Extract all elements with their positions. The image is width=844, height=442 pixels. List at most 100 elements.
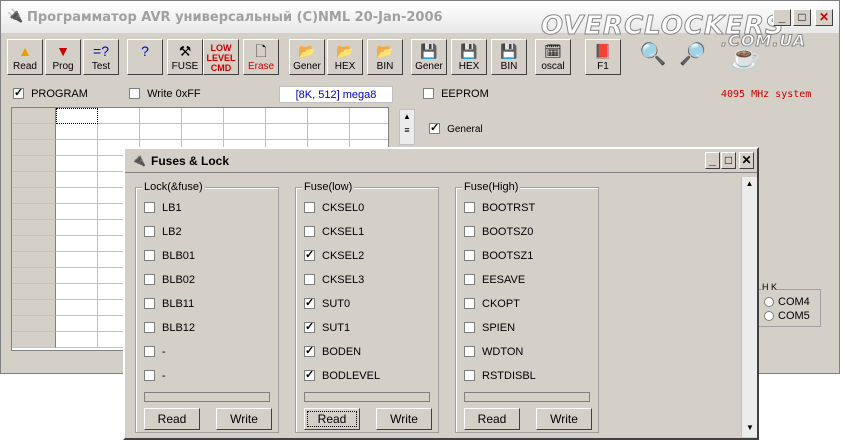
fuse-option[interactable]: CKSEL2 [304,248,424,264]
fuse-checkbox[interactable] [304,344,315,357]
grid-cell[interactable] [56,204,98,220]
fuse-read-button[interactable]: Read [304,408,360,430]
fuse-checkbox[interactable] [144,298,155,309]
fuse-option[interactable]: WDTON [464,346,584,360]
grid-cell[interactable] [56,284,98,300]
close-button[interactable]: ✕ [815,9,833,26]
fuse-checkbox[interactable] [144,202,155,213]
fuse-option[interactable]: RSTDISBL [464,370,584,384]
fuse-checkbox[interactable] [464,226,475,237]
fuse-checkbox[interactable] [144,250,155,261]
fuse-checkbox[interactable] [304,226,315,237]
grid-cell[interactable] [56,252,98,268]
toolbar-button-3[interactable]: ? [127,39,163,75]
toolbar-button-12[interactable]: 💾 BIN [491,39,527,75]
toolbar-button-2[interactable]: =? Test [83,39,119,75]
fuse-checkbox[interactable] [144,226,155,237]
port-com4[interactable]: COM4 [764,296,810,308]
fuse-option[interactable]: CKOPT [464,298,584,312]
grid-cell[interactable] [56,236,98,252]
fuse-checkbox[interactable] [304,274,315,285]
fuses-minimize-button[interactable]: _ [705,152,720,169]
grid-cell[interactable] [56,124,98,140]
grid-cell[interactable] [56,268,98,284]
grid-cell[interactable] [56,300,98,316]
eeprom-option[interactable]: EEPROM [423,88,489,102]
fuse-option[interactable]: BODEN [304,344,424,360]
grid-cell[interactable] [140,108,182,124]
fuse-option[interactable]: BOOTSZ0 [464,226,584,240]
grid-cell[interactable] [350,124,388,140]
fuse-checkbox[interactable] [464,322,475,333]
toolbar-button-1[interactable]: ▼ Prog [45,39,81,75]
port-com5[interactable]: COM5 [764,310,810,322]
scroll-up-arrow-icon[interactable]: ▲ [400,110,414,124]
fuse-option[interactable]: BOOTSZ1 [464,250,584,264]
fuse-checkbox[interactable] [304,296,315,309]
general-checkbox[interactable] [429,121,440,134]
grid-cell[interactable] [56,140,98,156]
fuse-option[interactable]: BLB02 [144,274,264,288]
maximize-button[interactable]: □ [793,9,811,26]
fuse-option[interactable]: CKSEL0 [304,202,424,216]
grid-cell[interactable] [266,108,308,124]
grid-cell[interactable] [182,124,224,140]
toolbar-button-10[interactable]: 💾 Gener [411,39,447,75]
fuse-option[interactable]: BLB12 [144,322,264,336]
fuse-option[interactable]: LB1 [144,202,264,216]
fuse-option[interactable]: - [144,370,264,384]
grid-cell[interactable] [140,124,182,140]
grid-cell[interactable] [56,108,98,124]
fuse-option[interactable]: BLB01 [144,250,264,264]
tool-icon-1[interactable]: 🔍 [637,41,669,73]
grid-scrollbar[interactable]: ▲ ≡ [399,109,415,145]
cup-icon[interactable]: ☕ [725,43,765,75]
toolbar-button-0[interactable]: ▲ Read [7,39,43,75]
fuse-checkbox[interactable] [144,322,155,333]
fuses-close-button[interactable]: ✕ [739,152,754,169]
general-option[interactable]: General [429,121,483,137]
fuse-checkbox[interactable] [464,370,475,381]
fuse-option[interactable]: BLB11 [144,298,264,312]
fuse-checkbox[interactable] [304,320,315,333]
grid-cell[interactable] [56,332,98,348]
fuse-option[interactable]: CKSEL3 [304,274,424,288]
write0xff-option[interactable]: Write 0xFF [129,88,201,102]
fuse-option[interactable]: SUT0 [304,296,424,312]
grid-cell[interactable] [224,124,266,140]
fuse-write-button[interactable]: Write [216,408,272,430]
fuse-option[interactable]: CKSEL1 [304,226,424,240]
program-option[interactable]: PROGRAM [13,86,88,102]
toolbar-button-6[interactable]: 🗋 Erase [243,39,279,75]
fuse-write-button[interactable]: Write [536,408,592,430]
grid-cell[interactable] [56,156,98,172]
grid-cell[interactable] [308,124,350,140]
fuse-option[interactable]: BOOTRST [464,202,584,216]
fuse-checkbox[interactable] [304,248,315,261]
toolbar-button-13[interactable]: 🗓 oscal [535,39,571,75]
minimize-button[interactable]: _ [773,9,791,26]
toolbar-button-4[interactable]: ⚒ FUSE [167,39,203,75]
fuses-scrollbar[interactable]: ▲ ▼ [741,177,757,437]
fuse-read-button[interactable]: Read [464,408,520,430]
toolbar-button-11[interactable]: 💾 HEX [451,39,487,75]
fuse-checkbox[interactable] [304,368,315,381]
grid-cell[interactable] [56,316,98,332]
fuse-checkbox[interactable] [464,250,475,261]
grid-cell[interactable] [350,108,388,124]
toolbar-button-14[interactable]: 📕 F1 [585,39,621,75]
fuse-checkbox[interactable] [144,274,155,285]
fuse-option[interactable]: - [144,346,264,360]
grid-cell[interactable] [308,108,350,124]
grid-cell[interactable] [224,108,266,124]
fuse-option[interactable]: EESAVE [464,274,584,288]
grid-cell[interactable] [56,188,98,204]
fuses-scroll-down-icon[interactable]: ▼ [742,421,758,435]
program-checkbox[interactable] [13,86,24,99]
fuse-read-button[interactable]: Read [144,408,200,430]
fuse-option[interactable]: SUT1 [304,320,424,336]
fuse-write-button[interactable]: Write [376,408,432,430]
grid-cell[interactable] [98,124,140,140]
fuse-checkbox[interactable] [144,370,155,381]
write0xff-checkbox[interactable] [129,88,140,99]
